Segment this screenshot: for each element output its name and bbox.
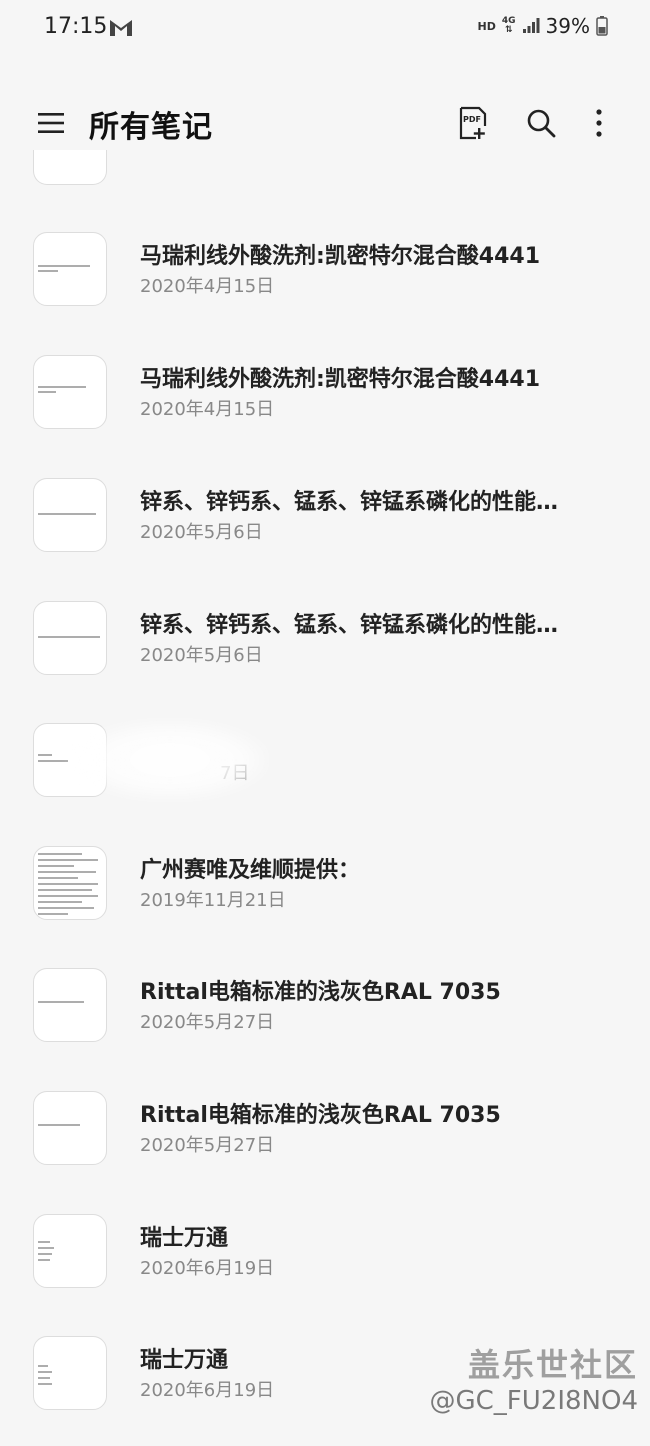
watermark-user: @GC_FU2I8NO4 (429, 1386, 639, 1416)
note-thumbnail (33, 355, 107, 429)
note-date: 2020年5月6日 (140, 522, 263, 543)
notes-screen: { "status_bar": { "time": "17:15", "hd":… (0, 0, 650, 1444)
note-item[interactable]: 马瑞利线外酸洗剂:凯密特尔混合酸4441 2020年4月15日 (0, 232, 650, 342)
note-date: 2020年4月15日 (140, 399, 275, 420)
note-date: 2020年6月19日 (140, 1380, 275, 1401)
note-date: 2020年5月27日 (140, 1012, 275, 1033)
note-item[interactable]: 马瑞利线外酸洗剂:凯密特尔混合酸4441 2020年4月15日 (0, 355, 650, 465)
note-title: 马瑞利线外酸洗剂:凯密特尔混合酸4441 (140, 367, 541, 392)
note-title: Rittal电箱标准的浅灰色RAL 7035 (140, 1103, 501, 1128)
note-date: 2020年4月15日 (140, 276, 275, 297)
note-thumbnail (33, 1214, 107, 1288)
note-title: 锌系、锌钙系、锰系、锌锰系磷化的性能… (140, 613, 559, 638)
note-title: Rittal电箱标准的浅灰色RAL 7035 (140, 980, 501, 1005)
note-thumbnail (33, 1091, 107, 1165)
note-item[interactable]: 锌系、锌钙系、锰系、锌锰系磷化的性能… 2020年5月6日 (0, 478, 650, 588)
image-smudge (70, 720, 270, 800)
note-date: 2019年11月21日 (140, 890, 286, 911)
note-thumbnail (33, 232, 107, 306)
note-title: 瑞士万通 (140, 1226, 229, 1251)
note-thumbnail (33, 968, 107, 1042)
note-title: 马瑞利线外酸洗剂:凯密特尔混合酸4441 (140, 244, 541, 269)
note-date: 2020年5月6日 (140, 645, 263, 666)
note-item[interactable]: Rittal电箱标准的浅灰色RAL 7035 2020年5月27日 (0, 968, 650, 1078)
note-thumbnail (33, 1336, 107, 1410)
note-title: 广州赛唯及维顺提供： (140, 858, 361, 883)
note-date: 2020年5月27日 (140, 1135, 275, 1156)
note-item[interactable]: 广州赛唯及维顺提供： 2019年11月21日 (0, 846, 650, 956)
watermark-brand: 盖乐世社区 (467, 1346, 638, 1384)
note-thumbnail (33, 478, 107, 552)
watermark: 盖乐世社区 @GC_FU2I8NO4 (430, 1340, 639, 1416)
note-item[interactable]: 锌系、锌钙系、锰系、锌锰系磷化的性能… 2020年5月6日 (0, 601, 650, 711)
note-thumbnail (33, 846, 107, 920)
note-title: 锌系、锌钙系、锰系、锌锰系磷化的性能… (140, 490, 559, 515)
note-date: 2020年6月19日 (140, 1258, 275, 1279)
note-thumbnail-partial[interactable] (33, 150, 107, 185)
note-item[interactable]: Rittal电箱标准的浅灰色RAL 7035 2020年5月27日 (0, 1091, 650, 1201)
note-item[interactable]: 瑞士万通 2020年6月19日 (0, 1214, 650, 1324)
note-thumbnail (33, 601, 107, 675)
